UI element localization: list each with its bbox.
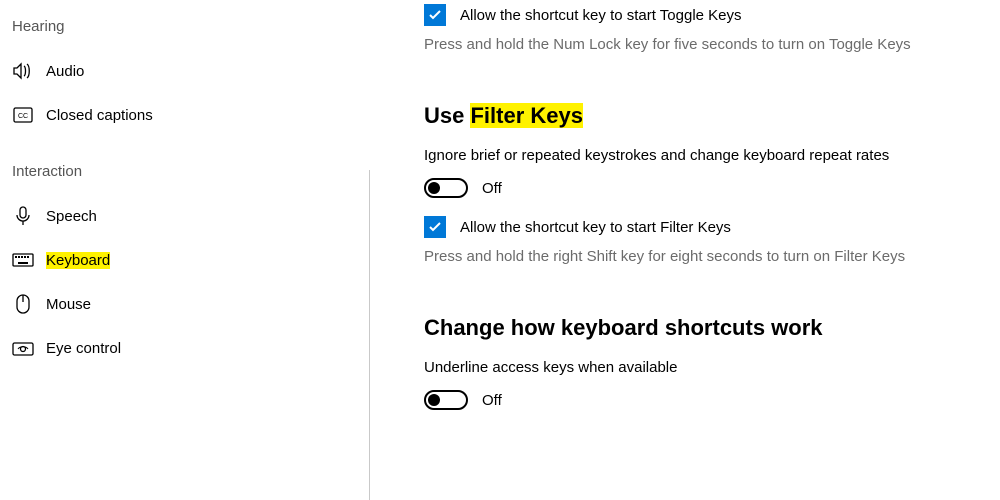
group-header-interaction: Interaction [12,163,370,180]
sidebar-label-eye-control: Eye control [46,340,121,357]
filter-keys-shortcut-desc: Press and hold the right Shift key for e… [424,246,976,267]
sidebar-item-keyboard[interactable]: Keyboard [12,238,370,282]
underline-access-toggle-row[interactable]: Off [424,390,976,410]
eye-control-icon [12,340,34,356]
toggle-off-icon [424,178,468,198]
cc-icon: CC [12,107,34,123]
main-content: Allow the shortcut key to start Toggle K… [370,0,1000,500]
sidebar-label-mouse: Mouse [46,296,91,313]
filter-keys-heading-highlight: Filter Keys [470,103,583,128]
sidebar-item-mouse[interactable]: Mouse [12,282,370,326]
underline-access-toggle-state: Off [482,392,502,409]
underline-access-label: Underline access keys when available [424,359,976,376]
toggle-keys-shortcut-label: Allow the shortcut key to start Toggle K… [460,7,742,24]
shortcuts-heading: Change how keyboard shortcuts work [424,315,976,341]
filter-keys-toggle-state: Off [482,180,502,197]
toggle-keys-shortcut-checkbox-row[interactable]: Allow the shortcut key to start Toggle K… [424,4,976,26]
sidebar-label-closed-captions: Closed captions [46,107,153,124]
svg-text:CC: CC [18,113,28,120]
filter-keys-shortcut-checkbox-row[interactable]: Allow the shortcut key to start Filter K… [424,216,976,238]
toggle-off-icon [424,390,468,410]
mouse-icon [12,294,34,314]
filter-keys-toggle-row[interactable]: Off [424,178,976,198]
sidebar-label-speech: Speech [46,208,97,225]
checkbox-checked-icon [424,216,446,238]
group-header-hearing: Hearing [12,18,370,35]
sidebar-item-speech[interactable]: Speech [12,194,370,238]
sidebar: Hearing Audio CC Closed captions Interac… [0,0,370,500]
sidebar-item-audio[interactable]: Audio [12,49,370,93]
sidebar-label-keyboard: Keyboard [46,252,110,269]
sidebar-divider [369,170,370,500]
microphone-icon [12,206,34,226]
sidebar-item-closed-captions[interactable]: CC Closed captions [12,93,370,137]
toggle-keys-desc: Press and hold the Num Lock key for five… [424,34,976,55]
audio-icon [12,62,34,80]
filter-keys-shortcut-label: Allow the shortcut key to start Filter K… [460,219,731,236]
sidebar-item-eye-control[interactable]: Eye control [12,326,370,370]
checkbox-checked-icon [424,4,446,26]
filter-keys-heading: Use Filter Keys [424,103,976,129]
filter-keys-desc: Ignore brief or repeated keystrokes and … [424,147,976,164]
keyboard-icon [12,253,34,267]
sidebar-label-audio: Audio [46,63,84,80]
